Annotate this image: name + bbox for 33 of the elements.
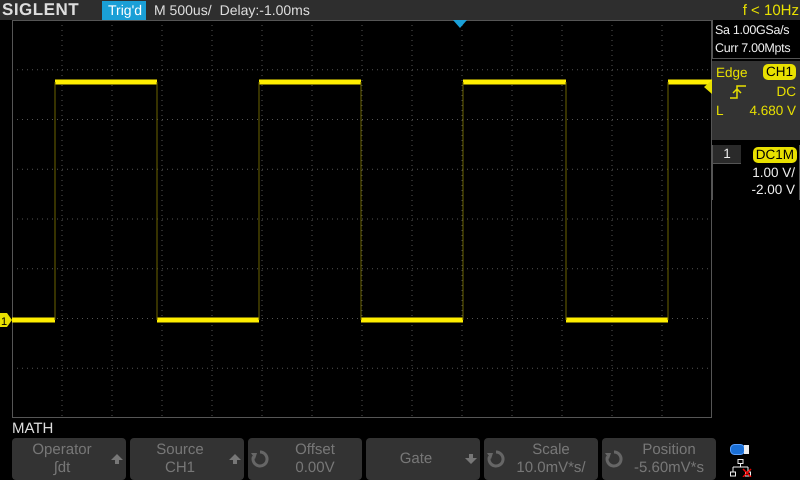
softkey[interactable]: Position -5.60mV*s bbox=[602, 438, 716, 480]
trigger-level: 4.680 V bbox=[749, 103, 796, 118]
rising-edge-icon bbox=[730, 84, 746, 98]
trigger-coupling: DC bbox=[776, 84, 796, 99]
softkey[interactable]: Source CH1 bbox=[130, 438, 244, 480]
channel-marker[interactable]: 1 bbox=[0, 313, 12, 328]
softkey[interactable]: Scale 10.0mV*s/ bbox=[484, 438, 598, 480]
up-arrow-icon bbox=[229, 454, 241, 464]
memory-depth: Curr 7.00Mpts bbox=[715, 40, 792, 57]
delay-label: Delay:-1.00ms bbox=[220, 2, 310, 18]
network-disconnected-icon bbox=[730, 459, 752, 477]
up-arrow-icon bbox=[111, 454, 123, 464]
channel-offset: -2.00 V bbox=[750, 181, 796, 198]
brand-logo: SIGLENT bbox=[2, 0, 80, 20]
sample-rate: Sa 1.00GSa/s bbox=[715, 22, 790, 39]
knob-icon bbox=[251, 450, 269, 468]
level-label: L bbox=[716, 103, 724, 118]
softkey[interactable]: Offset 0.00V bbox=[248, 438, 362, 480]
softkey[interactable]: Gate bbox=[366, 438, 480, 480]
frequency-label: f < 10Hz bbox=[742, 2, 800, 18]
menu-title: MATH bbox=[11, 419, 54, 438]
knob-icon bbox=[605, 450, 623, 468]
trigger-type: Edge bbox=[716, 64, 748, 80]
channel-coupling: DC1M bbox=[752, 146, 797, 162]
trigger-status: Trig'd bbox=[102, 0, 146, 20]
softkey[interactable]: Operator ∫dt bbox=[12, 438, 126, 480]
timebase-label: M 500us/ bbox=[154, 2, 212, 18]
down-arrow-icon bbox=[465, 454, 477, 464]
trigger-source: CH1 bbox=[762, 64, 796, 80]
channel-number: 1 bbox=[713, 145, 741, 164]
knob-icon bbox=[487, 450, 505, 468]
channel-scale: 1.00 V/ bbox=[751, 164, 796, 181]
usb-icon bbox=[730, 444, 750, 455]
